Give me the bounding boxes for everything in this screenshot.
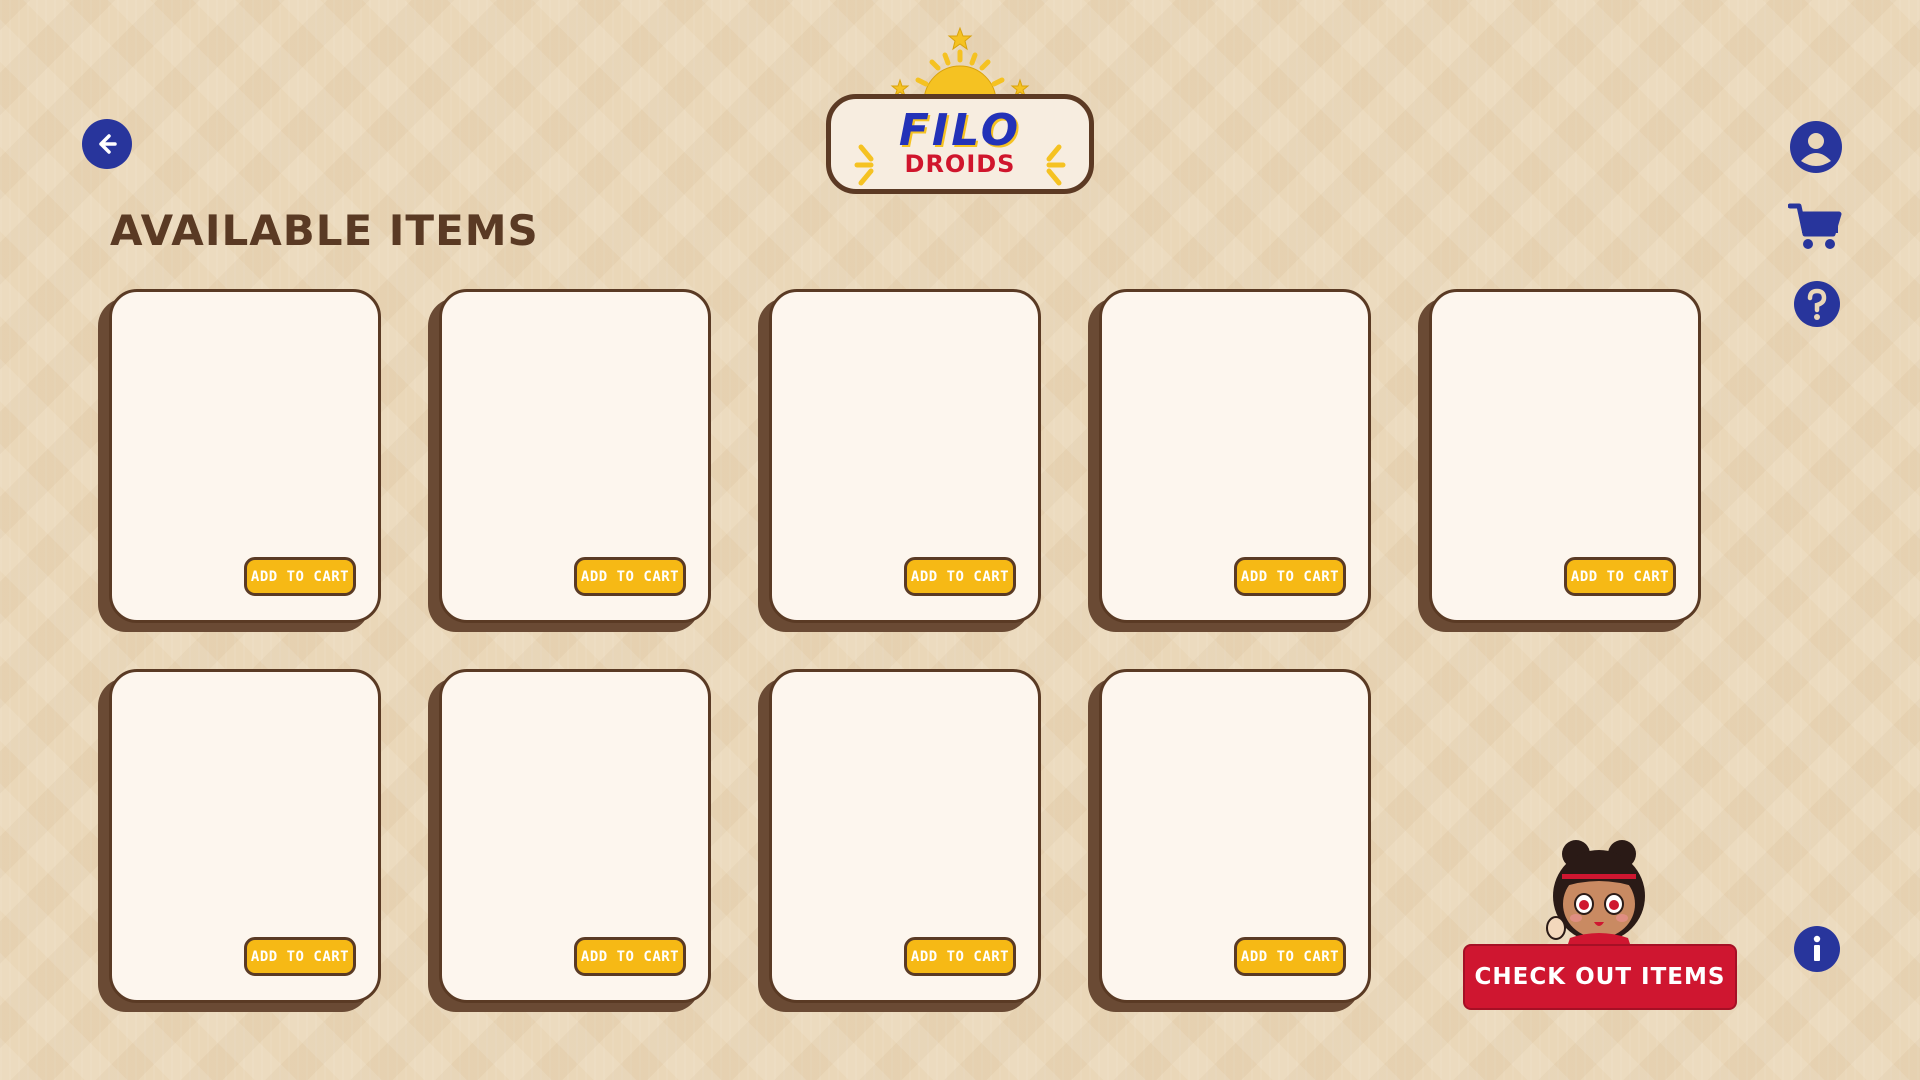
add-to-cart-button[interactable]: ADD TO CART — [574, 937, 686, 976]
add-to-cart-button[interactable]: ADD TO CART — [904, 557, 1016, 596]
help-icon — [1794, 281, 1840, 327]
add-to-cart-button[interactable]: ADD TO CART — [574, 557, 686, 596]
help-button[interactable] — [1794, 281, 1840, 327]
add-to-cart-button[interactable]: ADD TO CART — [904, 937, 1016, 976]
item-card: ADD TO CART — [1429, 289, 1701, 623]
info-icon — [1794, 926, 1840, 972]
add-to-cart-button[interactable]: ADD TO CART — [244, 937, 356, 976]
item-card: ADD TO CART — [109, 669, 381, 1003]
sparkle-right-icon — [1046, 144, 1066, 186]
info-button[interactable] — [1794, 926, 1840, 972]
site-logo: FILO DROIDS — [826, 22, 1094, 194]
item-card: ADD TO CART — [109, 289, 381, 623]
add-to-cart-button[interactable]: ADD TO CART — [244, 557, 356, 596]
mascot-girl-icon — [1546, 840, 1645, 950]
arrow-left-icon — [99, 134, 117, 154]
item-card: ADD TO CART — [1099, 669, 1371, 1003]
sun-stars-icon — [890, 26, 1030, 102]
add-to-cart-button[interactable]: ADD TO CART — [1234, 557, 1346, 596]
item-card: ADD TO CART — [439, 289, 711, 623]
user-icon — [1790, 121, 1842, 173]
item-card: ADD TO CART — [769, 669, 1041, 1003]
add-to-cart-button[interactable]: ADD TO CART — [1234, 937, 1346, 976]
back-button[interactable] — [82, 119, 132, 169]
add-to-cart-button[interactable]: ADD TO CART — [1564, 557, 1676, 596]
item-card: ADD TO CART — [769, 289, 1041, 623]
item-card: ADD TO CART — [439, 669, 711, 1003]
sparkle-left-icon — [854, 144, 874, 186]
checkout-button[interactable]: CHECK OUT ITEMS — [1463, 944, 1737, 1010]
logo-title: FILO — [898, 105, 1022, 156]
cart-icon — [1788, 203, 1842, 249]
logo-badge: FILO DROIDS — [826, 94, 1094, 194]
cart-button[interactable] — [1788, 200, 1842, 252]
profile-button[interactable] — [1790, 121, 1842, 173]
page-title: AVAILABLE ITEMS — [110, 206, 539, 255]
logo-subtitle: DROIDS — [904, 150, 1016, 178]
item-card: ADD TO CART — [1099, 289, 1371, 623]
